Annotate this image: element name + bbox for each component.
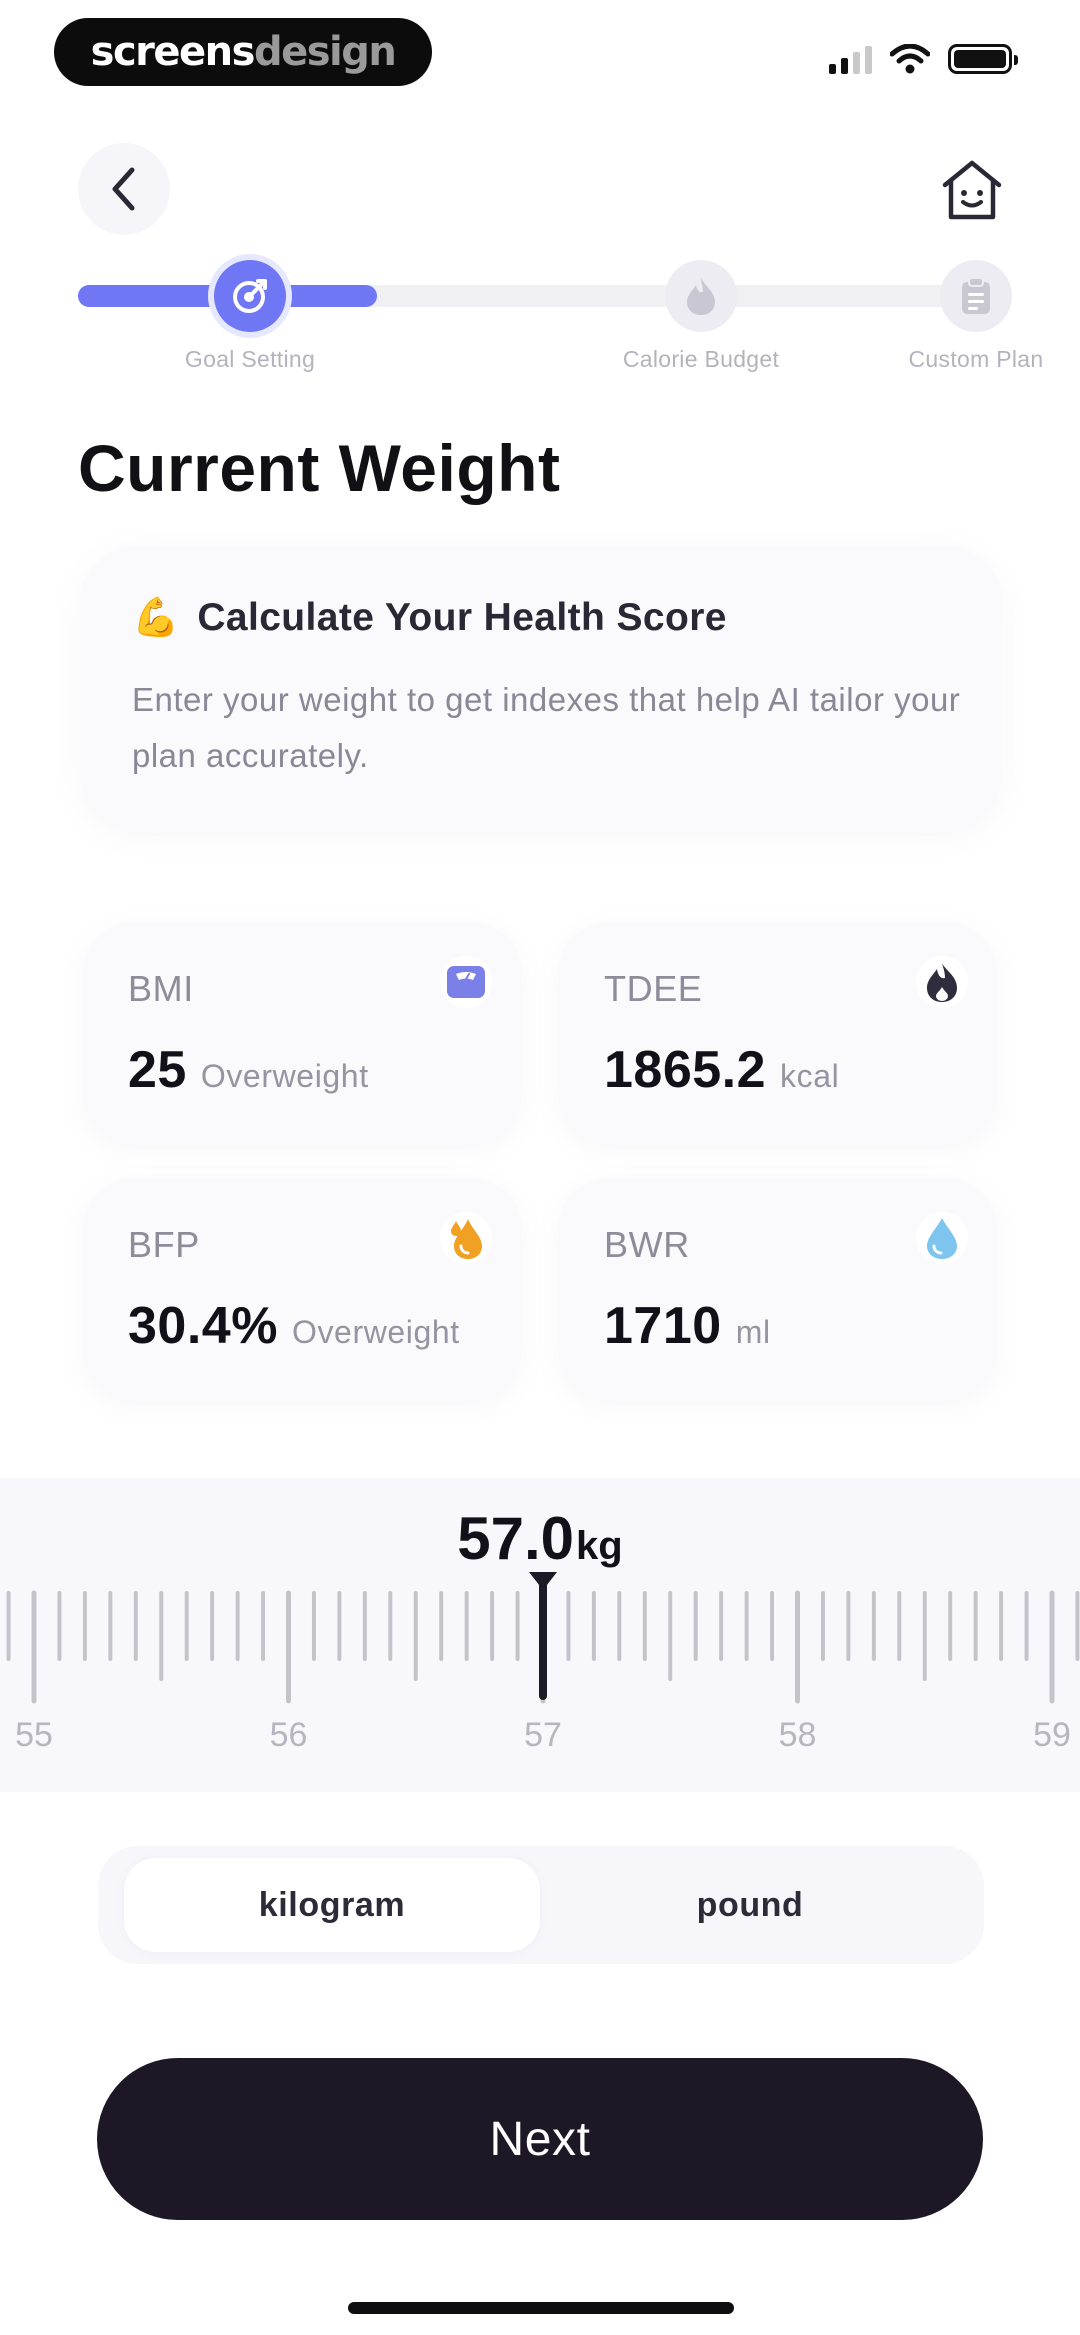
- metric-unit: kcal: [780, 1058, 840, 1094]
- unit-option-pound[interactable]: pound: [542, 1858, 958, 1952]
- step-goal-setting: [214, 260, 286, 332]
- metric-value: 25: [128, 1041, 187, 1099]
- step-label-custom-plan: Custom Plan: [908, 346, 1044, 372]
- metric-card-bmi: BMI 25 Overweight: [82, 922, 522, 1144]
- next-button[interactable]: Next: [97, 2058, 983, 2220]
- status-icons: [829, 44, 1018, 74]
- metric-value-row: 25 Overweight: [128, 1040, 369, 1100]
- metric-unit: Overweight: [291, 1314, 460, 1350]
- clipboard-icon: [962, 277, 990, 314]
- ruler-pointer-icon: [529, 1572, 557, 1590]
- unit-option-kilogram[interactable]: kilogram: [124, 1858, 540, 1952]
- ruler-selection-indicator: [539, 1578, 547, 1700]
- metric-value-row: 1710 ml: [604, 1296, 771, 1356]
- info-card-header: 💪 Calculate Your Health Score: [132, 596, 727, 640]
- brand-logo-text-primary: screens: [90, 29, 256, 75]
- page-title: Current Weight: [78, 431, 561, 505]
- home-indicator: [348, 2302, 734, 2314]
- metric-card-tdee: TDEE 1865.2 kcal: [558, 922, 998, 1144]
- brand-logo: screensdesign: [54, 18, 432, 86]
- metric-unit: Overweight: [200, 1058, 369, 1094]
- metric-label: BFP: [128, 1224, 200, 1265]
- battery-icon: [948, 44, 1018, 74]
- wifi-icon: [890, 44, 930, 74]
- metric-label: BWR: [604, 1224, 690, 1265]
- fire-icon: [916, 956, 968, 1008]
- flexed-biceps-icon: 💪: [132, 597, 180, 639]
- brand-logo-text-secondary: design: [253, 29, 397, 75]
- metric-value-row: 30.4% Overweight: [128, 1296, 460, 1356]
- home-button[interactable]: [936, 150, 1008, 230]
- metric-value: 1710: [604, 1297, 722, 1355]
- target-icon: [233, 279, 267, 313]
- info-card: 💪 Calculate Your Health Score Enter your…: [80, 546, 1002, 830]
- cellular-signal-icon: [829, 44, 872, 74]
- metric-unit: ml: [735, 1314, 771, 1350]
- info-card-body: Enter your weight to get indexes that he…: [132, 681, 961, 774]
- ruler-scale[interactable]: 55 56 57 58 59: [0, 1478, 1080, 1792]
- info-card-title: Calculate Your Health Score: [197, 596, 727, 639]
- ruler-tick-label: 55: [15, 1716, 53, 1754]
- status-bar: screensdesign: [0, 0, 1080, 110]
- step-custom-plan: [940, 260, 1012, 332]
- oil-drop-icon: [440, 1212, 492, 1264]
- metric-label: TDEE: [604, 968, 703, 1009]
- unit-toggle[interactable]: kilogram pound: [98, 1846, 984, 1964]
- back-button[interactable]: [78, 143, 170, 235]
- metric-value: 1865.2: [604, 1041, 767, 1099]
- ruler-tick-label: 59: [1033, 1716, 1071, 1754]
- metric-value: 30.4%: [128, 1297, 278, 1355]
- metric-card-bwr: BWR 1710 ml: [558, 1178, 998, 1400]
- flame-icon: [687, 278, 715, 315]
- smiling-house-icon: [942, 160, 1002, 220]
- weight-ruler-picker[interactable]: 57.0kg 55 56 57 58 59: [0, 1478, 1080, 1792]
- metric-label: BMI: [128, 968, 194, 1009]
- metric-value-row: 1865.2 kcal: [604, 1040, 839, 1100]
- step-label-calorie-budget: Calorie Budget: [622, 346, 780, 372]
- metric-card-bfp: BFP 30.4% Overweight: [82, 1178, 522, 1400]
- chevron-left-icon: [112, 167, 135, 211]
- water-drop-icon: [916, 1212, 968, 1264]
- ruler-tick-label: 56: [270, 1716, 308, 1754]
- ruler-tick-label: 58: [779, 1716, 817, 1754]
- step-calorie-budget: [665, 260, 737, 332]
- ruler-tick-label: 57: [524, 1716, 562, 1754]
- step-label-goal-setting: Goal Setting: [184, 346, 316, 372]
- progress-stepper: Goal Setting Calorie Budget Custom Plan: [78, 260, 1043, 380]
- scale-icon: [440, 956, 492, 1008]
